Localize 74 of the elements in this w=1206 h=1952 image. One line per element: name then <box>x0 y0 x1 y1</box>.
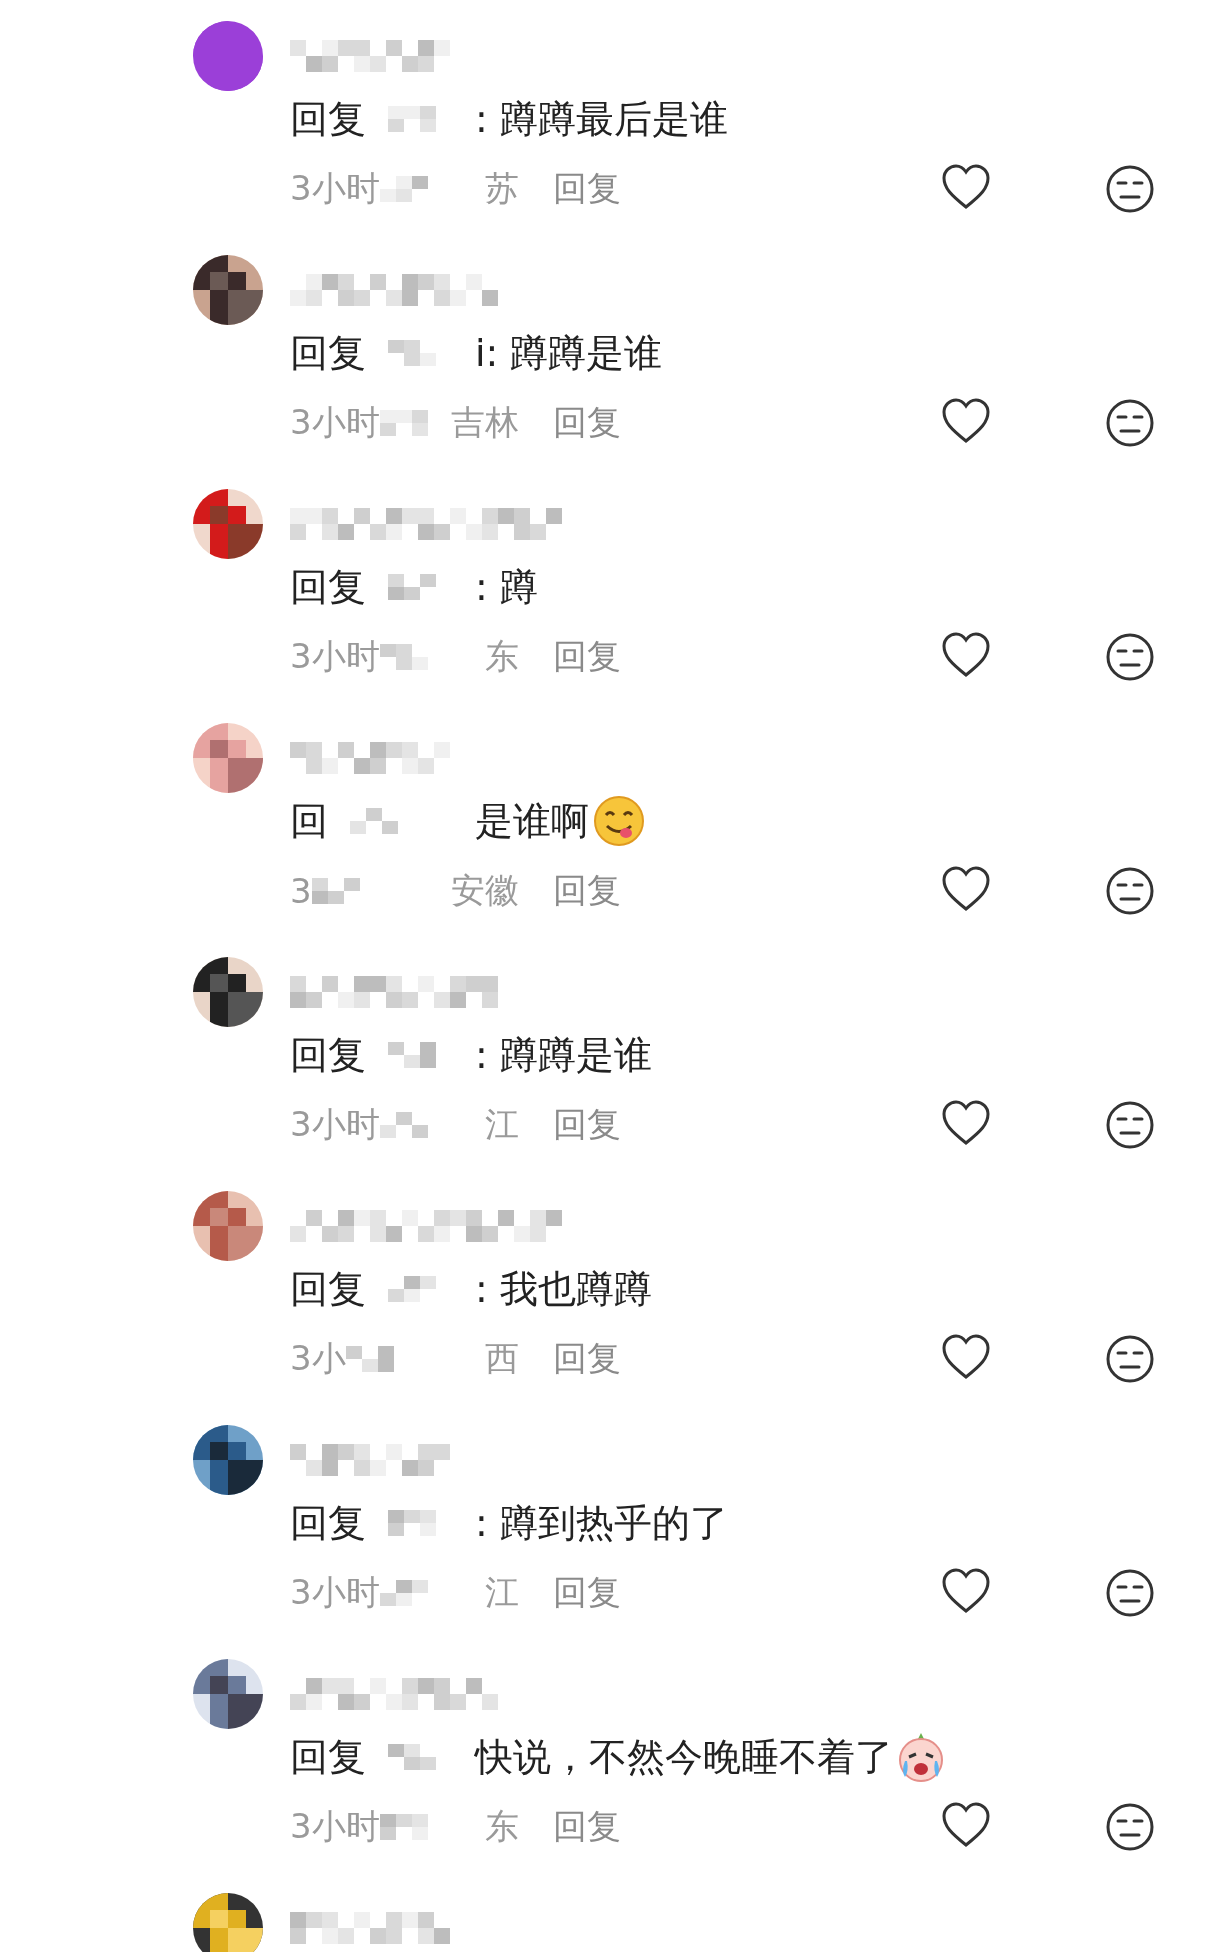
comment-region: 安徽 <box>451 869 519 912</box>
heart-icon[interactable] <box>941 1100 991 1146</box>
comment-region: 东 <box>485 635 519 678</box>
reply-button[interactable]: 回复 <box>553 1570 621 1616</box>
reply-label: 回复 <box>290 1499 366 1547</box>
heart-icon[interactable] <box>941 1802 991 1848</box>
pixelated-meta-drawing <box>379 1112 428 1138</box>
comment-time: 3小时 <box>290 167 380 210</box>
comment-time: 3小时 <box>290 1571 380 1614</box>
reply-label: 回复 <box>290 95 366 143</box>
reply-label: 回复 <box>290 563 366 611</box>
heart-icon[interactable] <box>941 632 991 678</box>
tongue-emoji-icon <box>593 795 645 847</box>
comment-text: : 蹲 <box>475 563 538 611</box>
comment-region: 西 <box>485 1337 519 1380</box>
pixelated-mention-drawing <box>388 574 436 600</box>
reply-button[interactable]: 回复 <box>553 400 621 446</box>
comment-region: 东 <box>485 1805 519 1848</box>
reply-label: 回 <box>290 797 328 845</box>
reply-button[interactable]: 回复 <box>553 166 621 212</box>
comment-region: 苏 <box>485 167 519 210</box>
pixelated-mention-drawing <box>350 808 398 834</box>
heart-icon[interactable] <box>941 866 991 912</box>
comment-time: 3小时 <box>290 1103 380 1146</box>
pixelated-meta-drawing <box>311 878 360 904</box>
comment-region: 江 <box>485 1103 519 1146</box>
dislike-icon[interactable] <box>1105 1568 1155 1618</box>
pixelated-mention-drawing <box>388 1510 436 1536</box>
dislike-icon[interactable] <box>1105 164 1155 214</box>
comment-time: 3 <box>290 871 312 911</box>
comment-region: 吉林 <box>451 401 519 444</box>
reply-label: 回复 <box>290 329 366 377</box>
dislike-icon[interactable] <box>1105 1100 1155 1150</box>
comment-text: : 蹲蹲是谁 <box>475 1031 652 1079</box>
pixelated-mention-drawing <box>388 340 436 366</box>
dislike-icon[interactable] <box>1105 1802 1155 1852</box>
heart-icon[interactable] <box>941 1568 991 1614</box>
comment-text: : 蹲蹲最后是谁 <box>475 95 728 143</box>
reply-button[interactable]: 回复 <box>553 634 621 680</box>
reply-label: 回复 <box>290 1031 366 1079</box>
comment-region: 江 <box>485 1571 519 1614</box>
heart-icon[interactable] <box>941 398 991 444</box>
reply-label: 回复 <box>290 1733 366 1781</box>
dislike-icon[interactable] <box>1105 398 1155 448</box>
heart-icon[interactable] <box>941 1334 991 1380</box>
dislike-icon[interactable] <box>1105 866 1155 916</box>
pixelated-meta-drawing <box>379 1580 428 1606</box>
avatar[interactable] <box>193 1893 263 1952</box>
pixelated-mention-drawing <box>388 1276 436 1302</box>
comment-text: 是谁啊 <box>475 797 589 845</box>
comment-time: 3小时 <box>290 1805 380 1848</box>
pixelated-mention-drawing <box>388 1042 436 1068</box>
heart-icon[interactable] <box>941 164 991 210</box>
reply-button[interactable]: 回复 <box>553 1336 621 1382</box>
comment-text: : 我也蹲蹲 <box>475 1265 652 1313</box>
comment-text: 快说，不然今晚睡不着了 <box>475 1733 893 1781</box>
pixelated-meta-drawing <box>379 176 428 202</box>
pixelated-mention-drawing <box>388 1744 436 1770</box>
pixelated-meta-drawing <box>379 410 428 436</box>
comment-time: 3小 <box>290 1337 346 1380</box>
dislike-icon[interactable] <box>1105 1334 1155 1384</box>
reply-button[interactable]: 回复 <box>553 868 621 914</box>
pixelated-meta-drawing <box>379 644 428 670</box>
reply-button[interactable]: 回复 <box>553 1804 621 1850</box>
comment-time: 3小时 <box>290 401 380 444</box>
comment-text: i: 蹲蹲是谁 <box>475 329 663 377</box>
reply-label: 回复 <box>290 1265 366 1313</box>
pixelated-meta-drawing <box>345 1346 394 1372</box>
pixelated-meta-drawing <box>379 1814 428 1840</box>
dislike-icon[interactable] <box>1105 632 1155 682</box>
comment-time: 3小时 <box>290 635 380 678</box>
pixelated-mention-drawing <box>388 106 436 132</box>
reply-button[interactable]: 回复 <box>553 1102 621 1148</box>
comment-text: : 蹲到热乎的了 <box>475 1499 728 1547</box>
